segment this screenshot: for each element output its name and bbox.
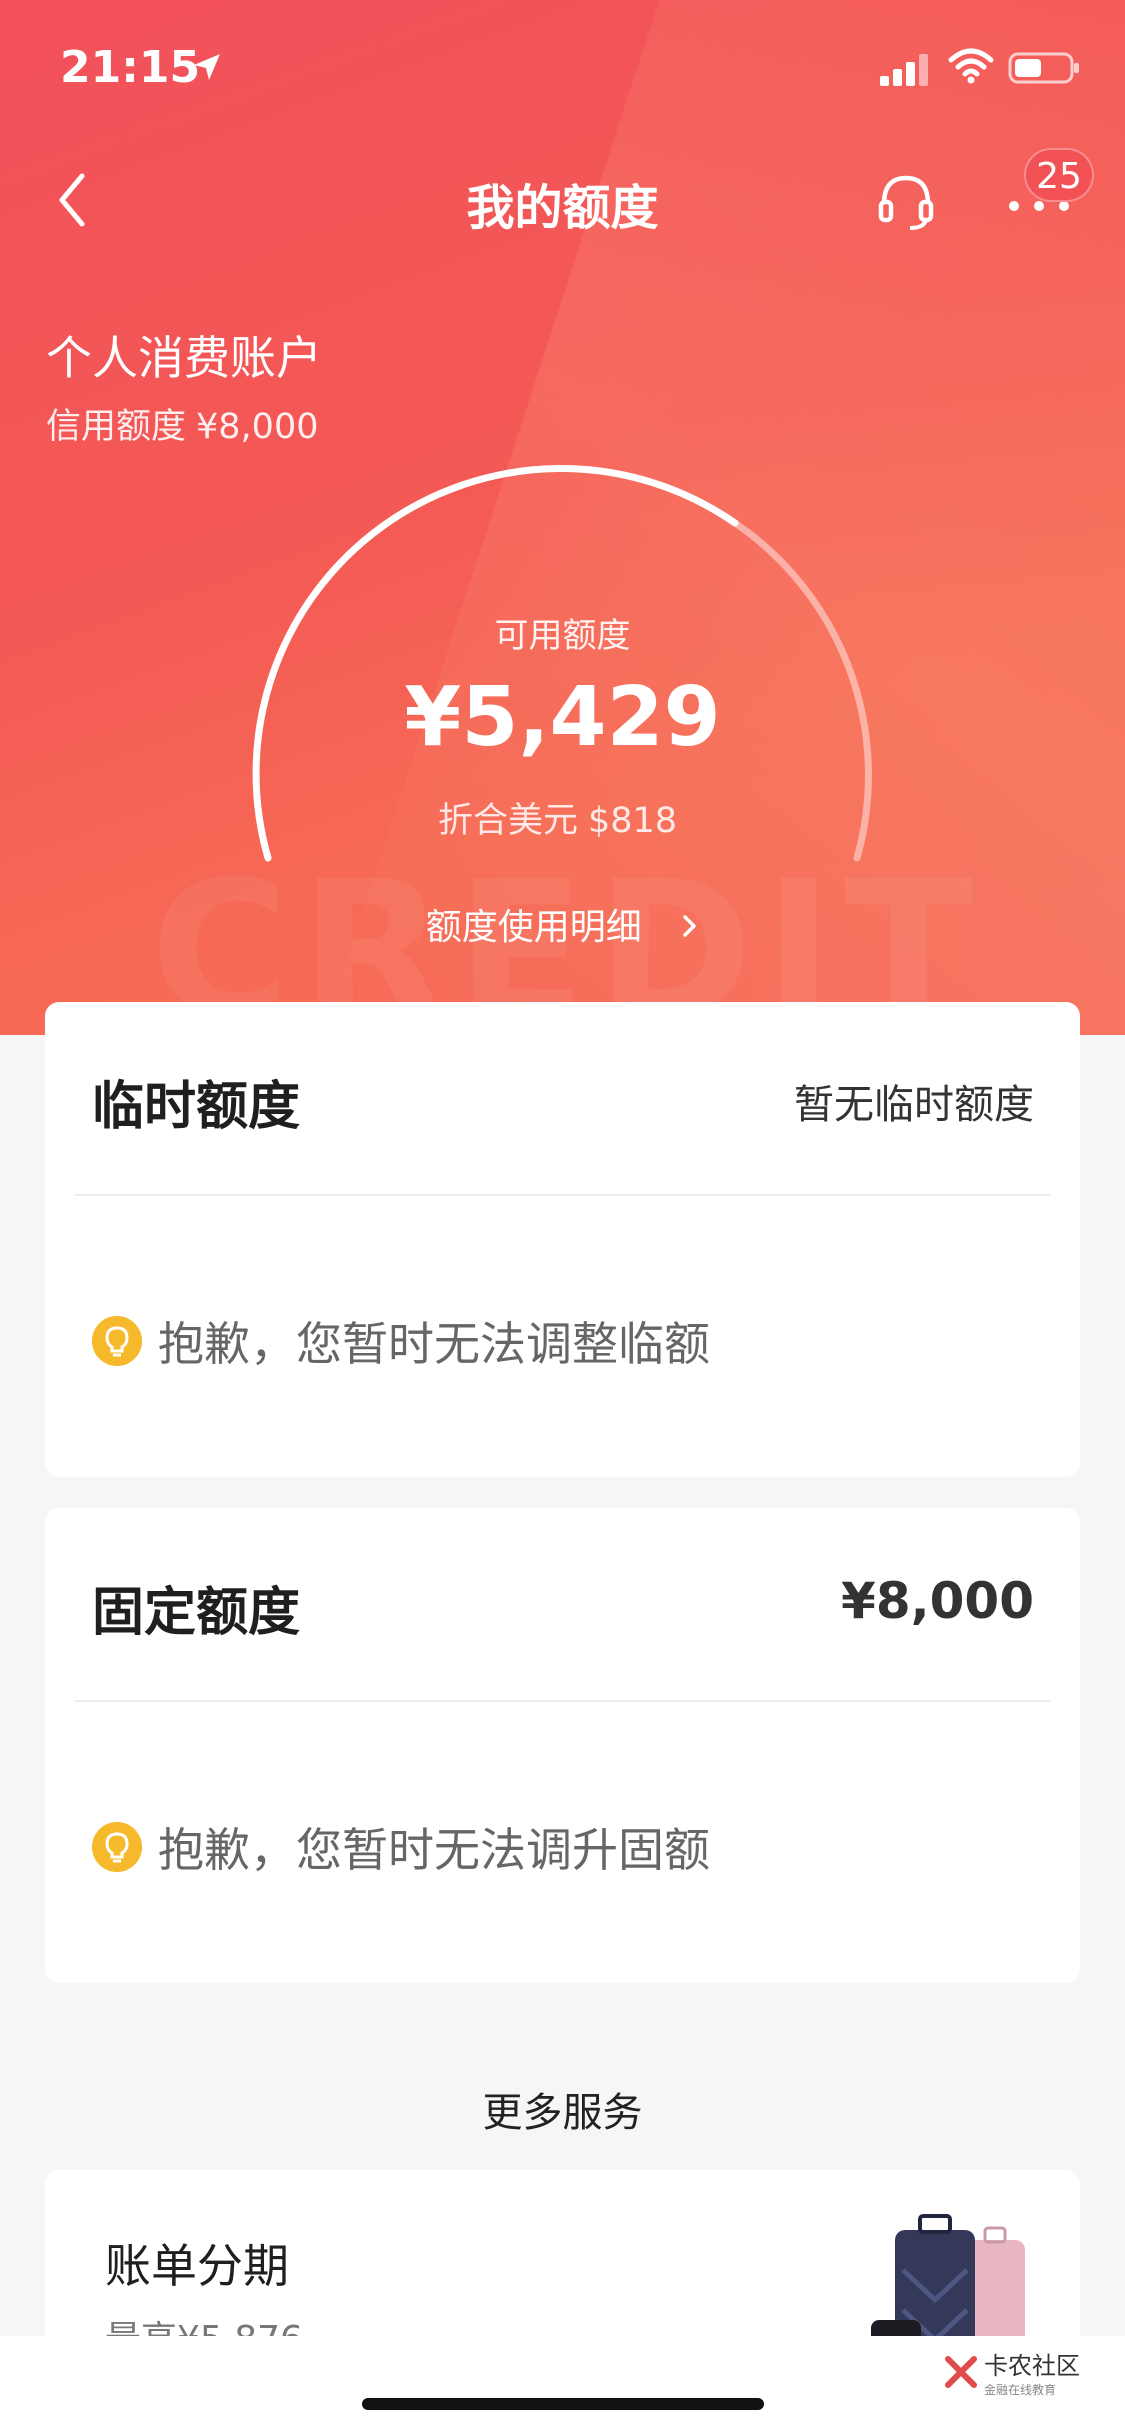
credit-limit: 信用额度 ¥8,000 (46, 398, 328, 449)
available-credit-label: 可用额度 (494, 616, 631, 656)
credit-usage-detail-label: 额度使用明细 (425, 907, 642, 948)
customer-service-icon[interactable] (874, 168, 938, 232)
credit-usage-detail-link[interactable]: 额度使用明细 (0, 898, 1125, 950)
fixed-limit-tip: 抱歉，您暂时无法调升固额 (92, 1814, 710, 1880)
lightbulb-icon (92, 1316, 142, 1366)
wifi-icon (948, 48, 994, 84)
fixed-limit-tip-text: 抱歉，您暂时无法调升固额 (158, 1823, 710, 1877)
temporary-limit-tip-text: 抱歉，您暂时无法调整临额 (158, 1317, 710, 1371)
lightbulb-icon (92, 1822, 142, 1872)
usd-equivalent: 折合美元 $818 (0, 792, 1125, 843)
divider (75, 1700, 1050, 1702)
watermark-logo-tagline: 金融在线教育 (984, 2383, 1057, 2397)
account-name: 个人消费账户 (46, 331, 322, 385)
status-time: 21:15 (60, 42, 201, 93)
usd-label: 折合美元 (437, 801, 578, 841)
temporary-limit-card: 临时额度 暂无临时额度 抱歉，您暂时无法调整临额 (45, 1002, 1080, 1477)
fixed-limit-amount: ¥8,000 (841, 1572, 1034, 1630)
divider (75, 1194, 1050, 1196)
cellular-signal-icon (880, 54, 928, 86)
page-title: 我的额度 (466, 180, 659, 236)
credit-limit-label: 信用额度 (46, 407, 187, 447)
bill-installment-title: 账单分期 (105, 2239, 289, 2293)
available-credit-amount: ¥5,429 (404, 670, 721, 765)
credit-gauge (252, 465, 872, 862)
fixed-limit-title: 固定额度 (92, 1583, 301, 1643)
chevron-right-icon (683, 915, 696, 937)
fixed-limit-card: 固定额度 ¥8,000 抱歉，您暂时无法调升固额 (45, 1508, 1080, 1983)
temporary-limit-title: 临时额度 (92, 1077, 301, 1137)
home-indicator (362, 2398, 764, 2410)
watermark-logo-name: 卡农社区 (984, 2352, 1080, 2380)
watermark-logo: 卡农社区 金融在线教育 (944, 2346, 1080, 2398)
temporary-limit-tip: 抱歉，您暂时无法调整临额 (92, 1308, 710, 1374)
kanong-logo-icon (945, 2356, 977, 2388)
notification-badge: 25 (1024, 148, 1094, 202)
temporary-limit-status: 暂无临时额度 (794, 1082, 1034, 1128)
credit-limit-value: ¥8,000 (196, 407, 319, 447)
more-services-heading: 更多服务 (482, 2090, 643, 2136)
battery-icon (1008, 52, 1079, 84)
header-background: CREDIT (0, 0, 1125, 1035)
usd-value: $818 (587, 801, 678, 841)
location-arrow-icon (194, 54, 220, 80)
